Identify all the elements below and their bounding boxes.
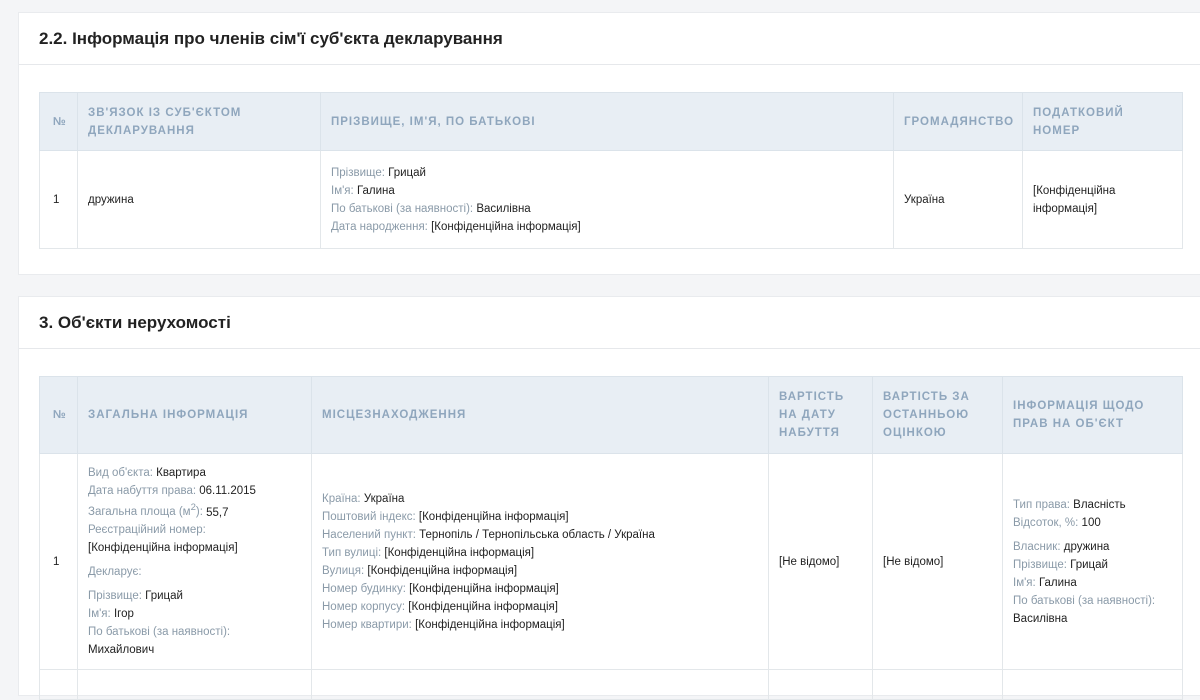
surname-label: Прізвище: [88, 590, 142, 603]
zip-label: Поштовий індекс: [322, 510, 416, 523]
col-citizenship: ГРОМАДЯНСТВО [893, 92, 1023, 151]
name-label: Ім'я: [331, 184, 354, 197]
country-value: Україна [363, 492, 405, 505]
surname-label: Прізвище: [331, 166, 385, 179]
table-header-row: № ЗАГАЛЬНА ІНФОРМАЦІЯ МІСЦЕЗНАХОДЖЕННЯ В… [39, 376, 1183, 454]
real-estate-section: 3. Об'єкти нерухомості № ЗАГАЛЬНА ІНФОРМ… [18, 296, 1200, 700]
col-general-info: ЗАГАЛЬНА ІНФОРМАЦІЯ [77, 376, 312, 454]
patronymic-value: Михайлович [88, 644, 155, 657]
object-type-value: Квартира [156, 466, 206, 479]
share-value: 100 [1081, 516, 1101, 529]
full-name-cell: Прізвище: Грицай Ім'я: Галина По батьков… [320, 150, 894, 249]
birth-date-label: Дата народження: [331, 220, 428, 233]
declarant-label: Декларує: [88, 566, 142, 579]
location-cell: Країна: Україна Поштовий індекс: [Конфід… [311, 453, 769, 670]
right-type-label: Тип права: [1013, 498, 1070, 511]
patronymic-value: Василівна [1013, 612, 1068, 625]
zip-value: [Конфіденційна інформація] [418, 510, 569, 523]
col-tax-number: ПОДАТКОВИЙ НОМЕР [1022, 92, 1183, 151]
street-type-label: Тип вулиці: [322, 546, 382, 559]
house-number-value: [Конфіденційна інформація] [409, 582, 559, 595]
house-number-label: Номер будинку: [322, 582, 406, 595]
name-value: Галина [1038, 576, 1077, 589]
row-number: 1 [39, 150, 78, 249]
surname-value: Грицай [388, 166, 426, 179]
acquisition-date-value: 06.11.2015 [199, 484, 256, 497]
patronymic-label: По батькові (за наявності): [331, 202, 474, 215]
section-title: 2.2. Інформація про членів сім'ї суб'єкт… [39, 28, 503, 48]
country-label: Країна: [322, 492, 361, 505]
tax-number-cell: [Конфіденційна інформація] [1022, 150, 1183, 249]
cost-last-valuation-cell: [Не відомо] [872, 453, 1003, 670]
street-type-value: [Конфіденційна інформація] [384, 546, 535, 559]
row-number: 1 [39, 453, 78, 670]
name-value: Ігор [113, 608, 134, 621]
area-label: Загальна площа (м2): [88, 502, 203, 519]
right-type-value: Власність [1073, 498, 1126, 511]
col-rights-info: ІНФОРМАЦІЯ ЩОДО ПРАВ НА ОБ'ЄКТ [1002, 376, 1183, 454]
col-number: № [39, 92, 78, 151]
name-label: Ім'я: [88, 608, 111, 621]
city-label: Населений пункт: [322, 528, 416, 541]
cost-acquisition-cell: [Не відомо] [768, 453, 873, 670]
name-value: Галина [356, 184, 395, 197]
table-row: 1 Вид об'єкта: Квартира Дата набуття пра… [39, 453, 1183, 670]
registration-number-value: [Конфіденційна інформація] [88, 542, 238, 555]
real-estate-table: № ЗАГАЛЬНА ІНФОРМАЦІЯ МІСЦЕЗНАХОДЖЕННЯ В… [39, 376, 1183, 700]
patronymic-label: По батькові (за наявності): [88, 626, 231, 639]
section-header: 3. Об'єкти нерухомості [19, 297, 1200, 349]
surname-label: Прізвище: [1013, 558, 1067, 571]
patronymic-value: Василівна [476, 202, 531, 215]
birth-date-value: [Конфіденційна інформація] [431, 220, 581, 233]
object-type-label: Вид об'єкта: [88, 466, 153, 479]
col-relation: ЗВ'ЯЗОК ІЗ СУБ'ЄКТОМ ДЕКЛАРУВАННЯ [77, 92, 321, 151]
table-row: 1 дружина Прізвище: Грицай Ім'я: Галина … [39, 150, 1183, 249]
name-label: Ім'я: [1013, 576, 1036, 589]
building-number-value: [Конфіденційна інформація] [408, 600, 558, 613]
surname-value: Грицай [1070, 558, 1108, 571]
col-location: МІСЦЕЗНАХОДЖЕННЯ [311, 376, 769, 454]
col-cost-acquisition: ВАРТІСТЬ НА ДАТУ НАБУТТЯ [768, 376, 873, 454]
city-value: Тернопіль / Тернопільська область / Укра… [419, 528, 655, 541]
relation-cell: дружина [77, 150, 321, 249]
registration-number-label: Реєстраційний номер: [88, 524, 206, 537]
section-title: 3. Об'єкти нерухомості [39, 312, 231, 332]
rights-info-cell: Тип права: Власність Відсоток, %: 100 Вл… [1002, 453, 1183, 670]
table-header-row: № ЗВ'ЯЗОК ІЗ СУБ'ЄКТОМ ДЕКЛАРУВАННЯ ПРІЗ… [39, 92, 1183, 151]
acquisition-date-label: Дата набуття права: [88, 484, 197, 497]
col-cost-last-valuation: ВАРТІСТЬ ЗА ОСТАННЬОЮ ОЦІНКОЮ [872, 376, 1003, 454]
col-number: № [39, 376, 78, 454]
table-row [39, 669, 1183, 700]
street-label: Вулиця: [322, 564, 365, 577]
owner-value: дружина [1063, 540, 1110, 553]
col-full-name: ПРІЗВИЩЕ, ІМ'Я, ПО БАТЬКОВІ [320, 92, 894, 151]
apartment-number-value: [Конфіденційна інформація] [415, 618, 565, 631]
building-number-label: Номер корпусу: [322, 600, 406, 613]
general-info-cell: Вид об'єкта: Квартира Дата набуття права… [77, 453, 312, 670]
family-members-table: № ЗВ'ЯЗОК ІЗ СУБ'ЄКТОМ ДЕКЛАРУВАННЯ ПРІЗ… [39, 92, 1183, 249]
apartment-number-label: Номер квартири: [322, 618, 412, 631]
citizenship-cell: Україна [893, 150, 1023, 249]
area-value: 55,7 [206, 506, 229, 519]
patronymic-label: По батькові (за наявності): [1013, 594, 1156, 607]
share-label: Відсоток, %: [1013, 516, 1079, 529]
surname-value: Грицай [145, 590, 183, 603]
street-value: [Конфіденційна інформація] [367, 564, 518, 577]
family-members-section: 2.2. Інформація про членів сім'ї суб'єкт… [18, 12, 1200, 275]
section-header: 2.2. Інформація про членів сім'ї суб'єкт… [19, 13, 1200, 65]
owner-label: Власник: [1013, 540, 1061, 553]
